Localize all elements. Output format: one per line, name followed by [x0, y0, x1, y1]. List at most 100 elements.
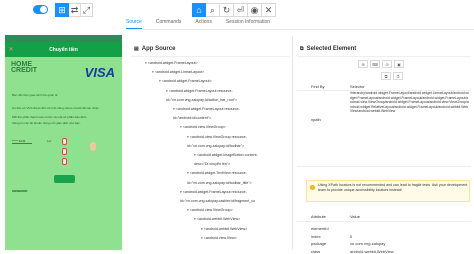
tree-node-label: <android.webkit.WebView> — [196, 217, 241, 222]
tree-node[interactable]: ▾ <android.view.ViewGroup resource- — [187, 135, 247, 140]
tree-node[interactable]: ▾ <android.view.ViewGroup> — [180, 125, 226, 130]
phone-text-line: Mối thẻ phần thanh toán trước và một số … — [12, 115, 87, 119]
tree-node[interactable]: ▾ <android.widget.ImageButton content- — [194, 153, 258, 158]
attribute-value: android.webkit.WebView — [350, 248, 394, 254]
tag-icon: ⧉ — [300, 46, 304, 52]
swipe-button[interactable]: ⇄ — [69, 3, 81, 17]
close-icon[interactable]: ✕ — [5, 46, 17, 53]
tree-node[interactable]: ▾ <android.widget.FrameLayout resource- — [173, 107, 240, 112]
tree-node[interactable]: ▾ <android.widget.FrameLayout> — [145, 61, 198, 66]
attribute-value: 0 — [350, 233, 353, 239]
home-button[interactable]: ⌂ — [192, 3, 206, 17]
warning-text: Using XPath locators is not recommended … — [318, 183, 468, 192]
select-icon: ⊞ — [58, 4, 66, 15]
phone-text-line: Bạn đã chọn giao dịch thẻ quốc tế — [12, 93, 58, 97]
attribute-name: index — [311, 233, 321, 239]
element-actions-row: ⊕ ⌨ ⊘ ▣ — [358, 60, 406, 70]
divider — [297, 221, 471, 222]
phone-text-line: Có thể nói Vĩnh được đổi với tính năng H… — [12, 106, 99, 110]
element-actions-row-2: ⧉ ⏱ — [381, 72, 405, 82]
phone-field-label: Lợi — [47, 139, 52, 143]
tree-node[interactable]: ▾ <android.widget.FrameLayout resource- — [180, 190, 247, 195]
phone-option[interactable] — [62, 148, 67, 155]
code-icon: ▤ — [134, 46, 139, 52]
tree-node[interactable]: ▾ <android.widget.FrameLayout> — [159, 79, 212, 84]
tab-actions[interactable]: Actions — [195, 17, 211, 29]
tree-node[interactable]: id="android:id/content"> — [173, 116, 211, 121]
tap-element-icon[interactable]: ⊕ — [358, 60, 368, 68]
native-web-toggle[interactable] — [33, 5, 48, 14]
tab-source[interactable]: Source — [126, 17, 142, 29]
phone-card-field[interactable]: ***** 4242 — [12, 139, 32, 144]
warning-icon: ! — [310, 185, 315, 190]
attribute-value: vn.com.vng.zalopay — [350, 241, 386, 246]
timing-icon[interactable]: ⏱ — [393, 72, 403, 80]
tree-node-label: <android.widget.LinearLayout> — [154, 70, 205, 75]
tab-session-information[interactable]: Session Information — [226, 17, 270, 29]
tree-node[interactable]: ▾ <android.widget.LinearLayout> — [152, 70, 204, 75]
tree-node-label: id="vn.com.vng.zalopay:id/action_bar_roo… — [166, 97, 238, 102]
tree-node[interactable]: id="vn.com.vng.zalopay:id/toolbar_title"… — [187, 181, 252, 186]
tap-coordinates-button[interactable]: ⤢ — [81, 3, 93, 17]
quit-session-button[interactable]: ✕ — [262, 3, 276, 17]
phone-confirm-button[interactable] — [54, 175, 75, 183]
tree-node[interactable]: ▾ <android.webkit.WebView> — [194, 217, 240, 222]
visa-logo: VISA — [84, 65, 115, 80]
tab-divider — [126, 29, 474, 30]
toggle-knob — [40, 6, 47, 13]
xpath-warning: ! Using XPath locators is not recommende… — [306, 180, 470, 202]
tree-node-label: id="vn.com.vng.zalopay.cashier:id/fragme… — [180, 199, 256, 203]
tree-node[interactable]: id="vn.com.vng.zalopay.cashier:id/fragme… — [180, 199, 255, 204]
refresh-icon: ↻ — [222, 4, 231, 15]
tree-node-label: desc="Di chuyển lên"> — [194, 162, 231, 167]
tree-node-label: <android.view.ViewGroup> — [189, 208, 233, 213]
tree-node[interactable]: ▾ <android.widget.FrameLayout resource- — [166, 89, 233, 94]
tree-node-label: <android.view.ViewGroup> — [182, 125, 226, 130]
tree-node-label: <android.widget.FrameLayout resource- — [168, 88, 233, 93]
inspector-tabs: Source Commands Actions Session Informat… — [126, 17, 284, 29]
tab-commands[interactable]: Commands — [156, 17, 182, 29]
back-button[interactable]: ⏎ — [234, 3, 248, 17]
home-icon: ⌂ — [196, 5, 202, 15]
phone-header-title: Chuyển tiền — [49, 46, 78, 53]
tree-node-label: <android.widget.FrameLayout resource- — [182, 189, 247, 194]
tree-node[interactable]: ▾ <android.widget.TextView resource- — [187, 171, 247, 176]
tree-node[interactable]: ▾ <android.webkit.WebView> — [201, 227, 247, 232]
xpath-selector[interactable]: /hierarchy/android.widget.FrameLayout/an… — [350, 91, 470, 114]
tree-node[interactable]: ▾ <android.view.View> — [201, 236, 237, 241]
xpath-label: xpath — [311, 117, 321, 122]
clear-icon[interactable]: ⊘ — [382, 60, 392, 68]
select-elements-button[interactable]: ⊞ — [55, 3, 69, 17]
expand-icon: ⤢ — [82, 4, 91, 15]
app-source-header: ▤ App Source — [134, 43, 175, 55]
phone-text-line: thông tin các tài khoản trong mỗi giao d… — [12, 121, 81, 125]
copy-icon[interactable]: ⧉ — [381, 72, 391, 80]
tree-node[interactable]: ▾ <android.view.ViewGroup> — [187, 208, 233, 213]
tree-node[interactable]: id="vn.com.vng.zalopay:id/action_bar_roo… — [166, 98, 237, 103]
attribute-name: class — [311, 248, 321, 254]
selected-element-header: ⧉ Selected Element — [300, 43, 356, 55]
search-icon: ⌕ — [209, 4, 216, 15]
copy-attributes-icon[interactable]: ▣ — [394, 60, 404, 68]
divider — [131, 56, 289, 57]
search-button[interactable]: ⌕ — [206, 3, 220, 17]
divider — [297, 166, 471, 167]
device-screenshot[interactable]: ✕ Chuyển tiền HOME CREDIT VISA Bạn đã ch… — [5, 35, 122, 250]
tree-node-label: <android.widget.ImageButton content- — [196, 153, 258, 157]
tree-node-label: <android.view.ViewGroup resource- — [189, 134, 247, 139]
promo-banner: HOME CREDIT VISA — [10, 61, 117, 83]
phone-option[interactable] — [62, 158, 67, 165]
phone-status-bar — [5, 35, 122, 42]
tree-node[interactable]: id="vn.com.vng.zalopay:id/toolbar"> — [187, 144, 244, 149]
close-icon: ✕ — [264, 4, 273, 15]
tree-node[interactable]: desc="Di chuyển lên"> — [194, 162, 230, 167]
tree-node-label: id="vn.com.vng.zalopay:id/toolbar"> — [187, 143, 245, 148]
send-keys-icon[interactable]: ⌨ — [370, 60, 380, 68]
find-by-header: Find By — [311, 84, 325, 89]
phone-code-text: OBSBOOK — [12, 189, 28, 193]
record-icon: ◉ — [250, 4, 259, 15]
record-button[interactable]: ◉ — [248, 3, 262, 17]
refresh-button[interactable]: ↻ — [220, 3, 234, 17]
phone-option[interactable] — [62, 138, 67, 145]
selected-element-title: Selected Element — [306, 46, 357, 52]
